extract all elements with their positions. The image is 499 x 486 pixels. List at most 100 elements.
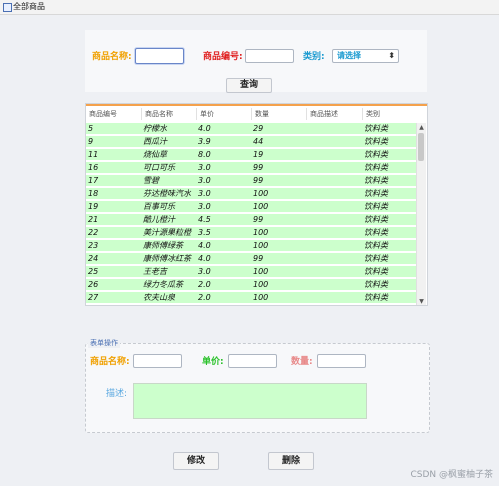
table-cell: 100 bbox=[253, 280, 269, 289]
form-qty-label: 数量: bbox=[291, 357, 313, 367]
table-cell: 可口可乐 bbox=[143, 163, 175, 172]
search-name-input[interactable] bbox=[135, 48, 184, 64]
search-category-label: 类别: bbox=[303, 52, 325, 62]
form-name-input[interactable] bbox=[133, 354, 182, 368]
table-row[interactable]: 27 农夫山泉 2.0 100 饮料类 bbox=[86, 292, 420, 304]
table-cell: 饮料类 bbox=[364, 189, 388, 198]
form-legend: 表单操作 bbox=[88, 338, 120, 348]
table-cell: 100 bbox=[253, 267, 269, 276]
table-cell: 3.9 bbox=[198, 137, 211, 146]
chevron-down-icon: ⬍ bbox=[388, 51, 395, 60]
window-titlebar: 全部商品 bbox=[0, 0, 499, 15]
table-accent-line bbox=[86, 104, 427, 106]
form-qty-input[interactable] bbox=[317, 354, 366, 368]
table-cell: 3.0 bbox=[198, 176, 211, 185]
scroll-up-icon[interactable]: ▲ bbox=[417, 123, 426, 132]
table-cell: 25 bbox=[88, 267, 99, 276]
table-cell: 18 bbox=[88, 189, 99, 198]
table-cell: 29 bbox=[253, 124, 264, 133]
table-cell: 27 bbox=[88, 293, 99, 302]
table-body: 5 柠檬水 4.0 29 饮料类 9 西瓜汁 3.9 44 饮料类 11 烧仙草 8.0 19 饮料类 16 可… bbox=[86, 123, 420, 305]
table-cell: 烧仙草 bbox=[143, 150, 167, 159]
table-cell: 8.0 bbox=[198, 150, 211, 159]
table-cell: 23 bbox=[88, 241, 99, 250]
table-cell: 99 bbox=[253, 254, 264, 263]
table-cell: 4.0 bbox=[198, 241, 211, 250]
header-name[interactable]: 商品名称 bbox=[142, 108, 197, 120]
table-cell: 柠檬水 bbox=[143, 124, 167, 133]
table-row[interactable]: 17 雪碧 3.0 99 饮料类 bbox=[86, 175, 420, 187]
table-row[interactable]: 19 百事可乐 3.0 100 饮料类 bbox=[86, 201, 420, 213]
table-cell: 4.0 bbox=[198, 124, 211, 133]
table-cell: 24 bbox=[88, 254, 99, 263]
table-header: 商品编号 商品名称 单价 数量 商品描述 类别 bbox=[86, 108, 420, 120]
table-cell: 饮料类 bbox=[364, 228, 388, 237]
table-cell: 16 bbox=[88, 163, 99, 172]
table-cell: 4.5 bbox=[198, 215, 211, 224]
table-cell: 芬达橙味汽水 bbox=[143, 189, 191, 198]
table-cell: 西瓜汁 bbox=[143, 137, 167, 146]
table-cell: 雪碧 bbox=[143, 176, 159, 185]
table-cell: 3.0 bbox=[198, 163, 211, 172]
table-cell: 饮料类 bbox=[364, 254, 388, 263]
table-cell: 100 bbox=[253, 189, 269, 198]
category-select-value: 请选择 bbox=[337, 51, 361, 60]
table-cell: 饮料类 bbox=[364, 202, 388, 211]
search-code-label: 商品编号: bbox=[203, 52, 243, 62]
delete-button[interactable]: 删除 bbox=[268, 452, 314, 470]
table-cell: 9 bbox=[88, 137, 94, 146]
table-cell: 美汁源果粒橙 bbox=[143, 228, 191, 237]
table-cell: 3.5 bbox=[198, 228, 211, 237]
table-row[interactable]: 25 王老吉 3.0 100 饮料类 bbox=[86, 266, 420, 278]
table-cell: 饮料类 bbox=[364, 150, 388, 159]
table-cell: 饮料类 bbox=[364, 215, 388, 224]
table-cell: 饮料类 bbox=[364, 163, 388, 172]
header-qty[interactable]: 数量 bbox=[252, 108, 307, 120]
app-icon bbox=[3, 3, 12, 12]
query-button[interactable]: 查询 bbox=[226, 78, 272, 93]
table-row[interactable]: 9 西瓜汁 3.9 44 饮料类 bbox=[86, 136, 420, 148]
table-cell: 王老吉 bbox=[143, 267, 167, 276]
header-category[interactable]: 类别 bbox=[363, 108, 420, 120]
table-cell: 100 bbox=[253, 228, 269, 237]
scroll-down-icon[interactable]: ▼ bbox=[417, 297, 426, 305]
table-scrollbar[interactable]: ▲ ▼ bbox=[416, 123, 426, 305]
table-cell: 饮料类 bbox=[364, 137, 388, 146]
table-row[interactable]: 23 康师傅绿茶 4.0 100 饮料类 bbox=[86, 240, 420, 252]
form-desc-label: 描述: bbox=[106, 389, 128, 399]
modify-button[interactable]: 修改 bbox=[173, 452, 219, 470]
table-cell: 饮料类 bbox=[364, 124, 388, 133]
table-cell: 100 bbox=[253, 202, 269, 211]
table-cell: 饮料类 bbox=[364, 293, 388, 302]
table-row[interactable]: 16 可口可乐 3.0 99 饮料类 bbox=[86, 162, 420, 174]
search-code-input[interactable] bbox=[245, 49, 294, 63]
table-row[interactable]: 18 芬达橙味汽水 3.0 100 饮料类 bbox=[86, 188, 420, 200]
table-cell: 饮料类 bbox=[364, 267, 388, 276]
table-cell: 3.0 bbox=[198, 267, 211, 276]
table-cell: 农夫山泉 bbox=[143, 293, 175, 302]
table-row[interactable]: 5 柠檬水 4.0 29 饮料类 bbox=[86, 123, 420, 135]
table-row[interactable]: 26 绿力冬瓜茶 2.0 100 饮料类 bbox=[86, 279, 420, 291]
table-cell: 11 bbox=[88, 150, 99, 159]
form-desc-textarea[interactable] bbox=[133, 383, 367, 419]
form-price-input[interactable] bbox=[228, 354, 277, 368]
table-cell: 康师傅绿茶 bbox=[143, 241, 183, 250]
table-cell: 饮料类 bbox=[364, 176, 388, 185]
table-cell: 17 bbox=[88, 176, 99, 185]
header-desc[interactable]: 商品描述 bbox=[307, 108, 363, 120]
table-row[interactable]: 22 美汁源果粒橙 3.5 100 饮料类 bbox=[86, 227, 420, 239]
search-name-label: 商品名称: bbox=[92, 52, 132, 62]
table-row[interactable]: 24 康师傅冰红茶 4.0 99 饮料类 bbox=[86, 253, 420, 265]
form-price-label: 单价: bbox=[202, 357, 224, 367]
table-cell: 绿力冬瓜茶 bbox=[143, 280, 183, 289]
table-row[interactable]: 11 烧仙草 8.0 19 饮料类 bbox=[86, 149, 420, 161]
table-cell: 19 bbox=[88, 202, 99, 211]
form-name-label: 商品名称: bbox=[90, 357, 130, 367]
scrollbar-thumb[interactable] bbox=[418, 133, 424, 161]
table-cell: 康师傅冰红茶 bbox=[143, 254, 191, 263]
table-cell: 100 bbox=[253, 241, 269, 250]
category-select[interactable]: 请选择 ⬍ bbox=[332, 49, 399, 63]
table-row[interactable]: 21 酷儿橙汁 4.5 99 饮料类 bbox=[86, 214, 420, 226]
header-code[interactable]: 商品编号 bbox=[86, 108, 142, 120]
header-price[interactable]: 单价 bbox=[197, 108, 252, 120]
